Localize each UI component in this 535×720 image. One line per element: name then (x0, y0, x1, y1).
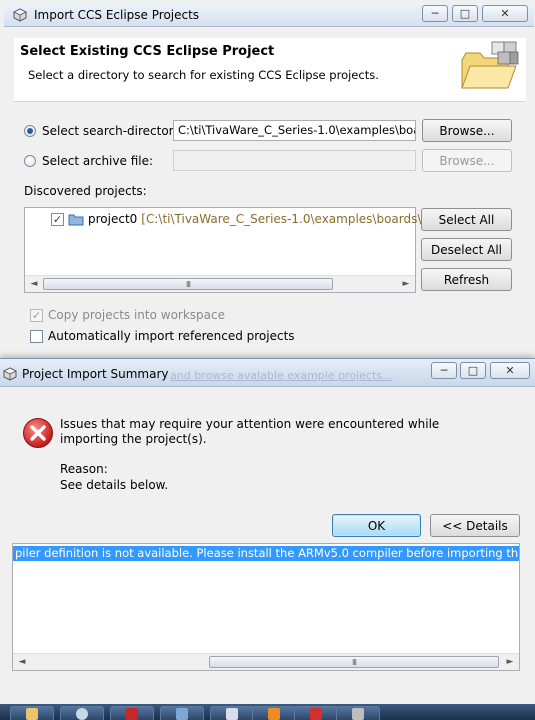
taskbar-media-button[interactable] (60, 706, 104, 720)
auto-import-option[interactable]: Automatically import referenced projects (30, 329, 295, 343)
import-window-titlebar[interactable]: Import CCS Eclipse Projects ─ □ ✕ (4, 3, 534, 27)
taskbar-pdf-button[interactable] (110, 706, 154, 720)
scroll-left-arrow-icon[interactable]: ◄ (14, 654, 30, 670)
copy-into-workspace-label: Copy projects into workspace (48, 308, 226, 322)
details-list[interactable]: piler definition is not available. Pleas… (12, 543, 520, 671)
taskbar-explorer-button[interactable] (10, 706, 54, 720)
discovered-projects-label: Discovered projects: (24, 184, 147, 198)
close-icon: ✕ (500, 7, 510, 20)
eclipse-app-icon (3, 367, 17, 381)
minimize-icon: ─ (440, 364, 448, 377)
scroll-left-arrow-icon[interactable]: ◄ (26, 276, 42, 292)
archive-file-input[interactable] (173, 150, 416, 171)
reason-label: Reason: (60, 462, 108, 476)
archive-file-option[interactable]: Select archive file: (24, 154, 153, 168)
minimize-icon: ─ (431, 7, 439, 20)
summary-title: Project Import Summary (22, 367, 169, 381)
discovered-projects-list[interactable]: ✓ project0 [C:\ti\TivaWare_C_Series-1.0\… (24, 207, 456, 293)
ok-button[interactable]: OK (332, 514, 421, 537)
search-directory-label: Select search-directory: (42, 124, 184, 138)
close-button[interactable]: ✕ (482, 5, 528, 22)
minimize-button[interactable]: ─ (431, 362, 457, 379)
scroll-thumb[interactable]: III (43, 278, 333, 290)
details-hscrollbar[interactable]: ◄ III ► (13, 653, 519, 670)
project0-checkbox[interactable]: ✓ (51, 212, 64, 226)
eclipse-app-icon (13, 8, 27, 22)
eclipse-app-icon (352, 708, 364, 720)
archive-file-label: Select archive file: (42, 154, 154, 168)
archive-file-radio[interactable] (24, 155, 36, 167)
maximize-icon: □ (467, 364, 479, 377)
close-icon: ✕ (505, 364, 515, 377)
wizard-subheading: Select a directory to search for existin… (28, 68, 379, 82)
import-ccs-window: Import CCS Eclipse Projects ─ □ ✕ Select… (0, 0, 535, 360)
deselect-all-button[interactable]: Deselect All (421, 238, 512, 261)
copy-into-workspace-checkbox[interactable]: ✓ (30, 308, 43, 322)
scroll-thumb[interactable]: III (209, 656, 499, 668)
error-icon (23, 418, 53, 448)
list-item[interactable]: ✓ project0 [C:\ti\TivaWare_C_Series-1.0\… (51, 212, 456, 226)
import-folder-icon (461, 41, 519, 89)
background-window-link-ghost: and browse avalable example projects... (170, 369, 393, 382)
ccs-app-icon (310, 708, 322, 720)
taskbar-ccs-button[interactable] (294, 706, 338, 720)
project-name: project0 (88, 212, 138, 226)
maximize-button[interactable]: □ (460, 362, 486, 379)
auto-import-checkbox[interactable] (30, 329, 43, 343)
search-directory-input[interactable]: C:\ti\TivaWare_C_Series-1.0\examples\boa… (173, 120, 416, 141)
minimize-button[interactable]: ─ (422, 5, 448, 22)
scroll-right-arrow-icon[interactable]: ► (398, 276, 414, 292)
taskbar-calculator-button[interactable] (210, 706, 254, 720)
folder-icon (26, 708, 38, 720)
wizard-heading: Select Existing CCS Eclipse Project (20, 44, 275, 59)
wizard-header: Select Existing CCS Eclipse Project Sele… (14, 38, 526, 102)
media-player-icon (76, 708, 88, 720)
taskbar-vlc-button[interactable] (252, 706, 296, 720)
copy-into-workspace-option[interactable]: ✓ Copy projects into workspace (30, 308, 225, 322)
browse-archive-button[interactable]: Browse... (422, 149, 512, 172)
summary-titlebar[interactable]: Project Import Summary and browse avalab… (0, 359, 535, 387)
scroll-right-arrow-icon[interactable]: ► (502, 654, 518, 670)
project-folder-icon (68, 214, 84, 225)
reason-detail: See details below. (60, 478, 169, 492)
auto-import-label: Automatically import referenced projects (48, 329, 295, 343)
details-item-selected[interactable]: piler definition is not available. Pleas… (13, 546, 519, 561)
windows-taskbar (0, 704, 535, 720)
projects-hscrollbar[interactable]: ◄ III ► (25, 275, 415, 292)
calculator-icon (226, 708, 238, 720)
taskbar-app-button[interactable] (160, 706, 204, 720)
summary-message: Issues that may require your attention w… (60, 417, 440, 446)
search-directory-option[interactable]: Select search-directory: (24, 124, 184, 138)
maximize-icon: □ (459, 7, 471, 20)
pdf-reader-icon (126, 708, 138, 720)
browse-directory-button[interactable]: Browse... (422, 119, 512, 142)
app-window-icon (176, 708, 188, 720)
taskbar-eclipse-button[interactable] (336, 706, 380, 720)
import-window-title: Import CCS Eclipse Projects (34, 8, 200, 22)
search-directory-radio[interactable] (24, 125, 36, 137)
maximize-button[interactable]: □ (452, 5, 478, 22)
project-path: [C:\ti\TivaWare_C_Series-1.0\examples\bo… (141, 212, 457, 226)
vlc-icon (268, 708, 280, 720)
select-all-button[interactable]: Select All (421, 208, 512, 231)
close-button[interactable]: ✕ (490, 362, 530, 379)
project-import-summary-dialog: Project Import Summary and browse avalab… (0, 358, 535, 720)
details-button[interactable]: << Details (430, 514, 520, 537)
refresh-button[interactable]: Refresh (421, 268, 512, 291)
